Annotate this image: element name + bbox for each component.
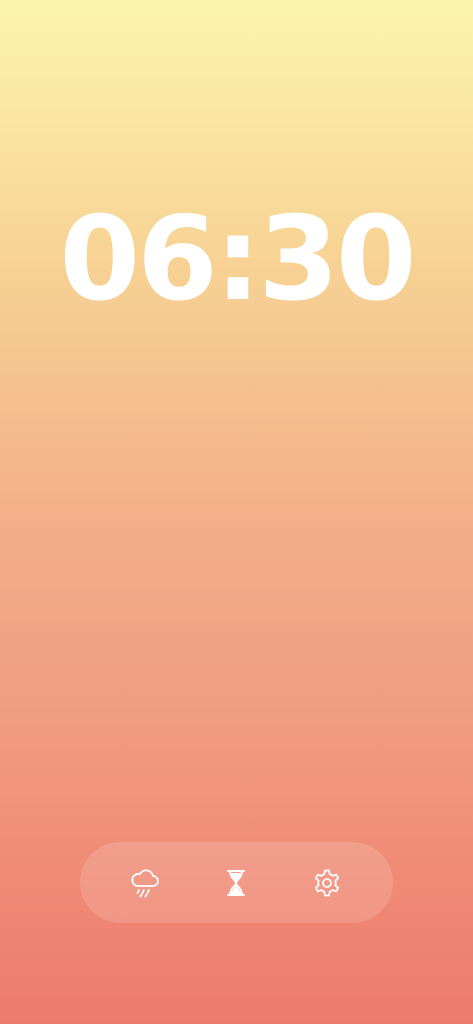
weather-button[interactable] bbox=[124, 862, 166, 904]
cloud-rain-icon bbox=[128, 866, 162, 900]
hourglass-icon bbox=[223, 868, 249, 898]
settings-button[interactable] bbox=[306, 862, 348, 904]
bottom-dock bbox=[80, 842, 393, 923]
alarm-screen: 06:30 bbox=[0, 0, 473, 1024]
gear-icon bbox=[312, 868, 342, 898]
time-display: 06:30 bbox=[59, 192, 416, 327]
timer-button[interactable] bbox=[215, 862, 257, 904]
